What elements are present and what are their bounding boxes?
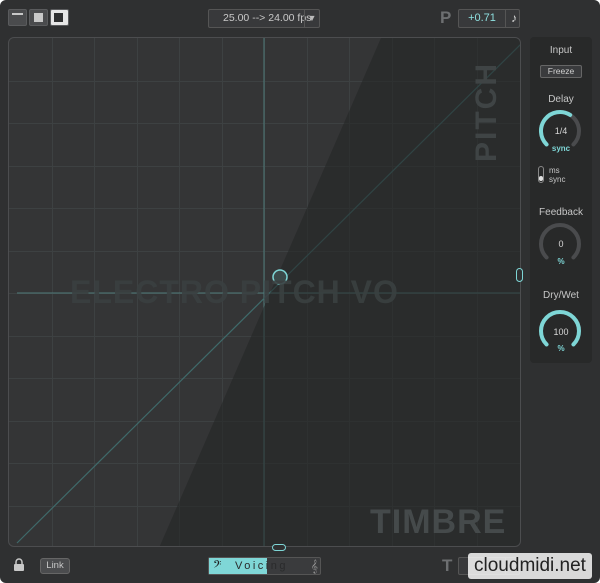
delay-label: Delay <box>548 94 574 105</box>
sync-option-label: sync <box>549 175 566 184</box>
pad-center-label: ELECTRO PITCH VO <box>70 274 399 310</box>
timbre-axis-label: TIMBRE <box>370 503 507 541</box>
pitch-axis-label: PITCH <box>470 62 503 162</box>
site-watermark: cloudmidi.net <box>468 553 592 579</box>
toggle-dot <box>539 176 543 181</box>
delay-unit: sync <box>551 144 571 153</box>
voicing-slider[interactable]: 𝄢 Voicing 𝄞 <box>208 557 321 575</box>
effects-panel: Input Freeze Delay 1/4 sync ms sync Feed… <box>530 37 592 363</box>
ms-sync-toggle[interactable] <box>538 166 544 183</box>
pitch-letter: P <box>440 8 452 27</box>
treble-clef-icon[interactable]: 𝄞 <box>311 558 318 574</box>
link-button[interactable]: Link <box>40 558 70 574</box>
drywet-value: 100 <box>553 327 569 337</box>
pitch-axis-handle[interactable] <box>516 268 523 282</box>
timbre-axis-handle[interactable] <box>272 544 286 551</box>
timbre-letter: T <box>442 556 453 575</box>
feedback-value: 0 <box>558 239 564 249</box>
plugin-window: 25.00 --> 24.00 fps ▼ P +0.71 ♪ PITCH EL… <box>0 0 600 583</box>
pitch-value: +0.71 <box>468 12 496 24</box>
drywet-unit: % <box>557 344 565 353</box>
feedback-label: Feedback <box>539 207 583 218</box>
drywet-label: Dry/Wet <box>543 290 579 301</box>
note-icon[interactable]: ♪ <box>505 9 522 28</box>
freeze-button[interactable]: Freeze <box>540 65 582 78</box>
input-label: Input <box>549 45 573 56</box>
bass-clef-icon[interactable]: 𝄢 <box>213 558 221 574</box>
compact-view-icon <box>34 13 43 22</box>
full-view-icon <box>54 13 63 22</box>
ms-option-label: ms <box>549 166 560 175</box>
delay-value: 1/4 <box>554 126 568 136</box>
dropdown-arrow-icon[interactable]: ▼ <box>304 10 319 27</box>
full-view-button[interactable] <box>50 9 69 26</box>
voicing-label: Voicing <box>235 560 288 572</box>
fps-label: 25.00 --> 24.00 fps <box>223 12 312 24</box>
minimal-view-button[interactable] <box>8 9 27 26</box>
feedback-unit: % <box>557 257 565 266</box>
fps-conversion-select[interactable]: 25.00 --> 24.00 fps ▼ <box>208 9 320 28</box>
compact-view-button[interactable] <box>29 9 48 26</box>
lock-icon[interactable] <box>13 558 25 571</box>
minimal-view-icon <box>12 13 23 15</box>
view-mode-group <box>8 9 69 26</box>
